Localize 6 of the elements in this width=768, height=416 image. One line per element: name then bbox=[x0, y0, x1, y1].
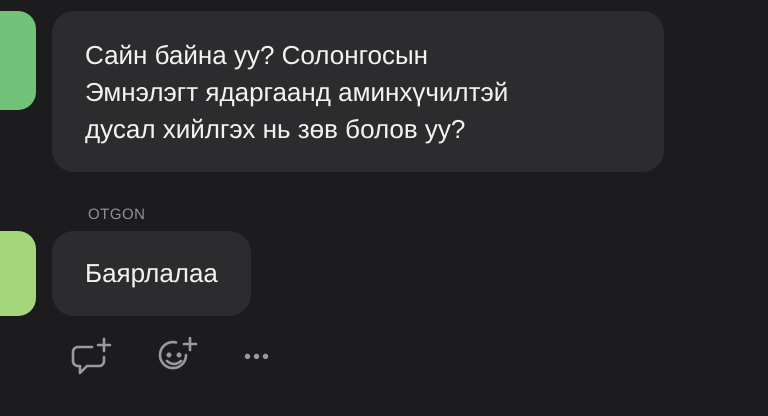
comment-add-icon bbox=[70, 337, 112, 377]
message-bubble: Баярлалаа bbox=[52, 231, 251, 316]
message-bubble: Сайн байна уу? Солонгосын Эмнэлэгт ядаргаанд аминхүчилтэй дусал хийлгэх нь зөв болов уу? bbox=[52, 11, 664, 172]
reply-button[interactable] bbox=[70, 337, 112, 377]
sender-name: OTGON bbox=[88, 206, 146, 223]
more-button[interactable]: ••• bbox=[244, 346, 272, 368]
